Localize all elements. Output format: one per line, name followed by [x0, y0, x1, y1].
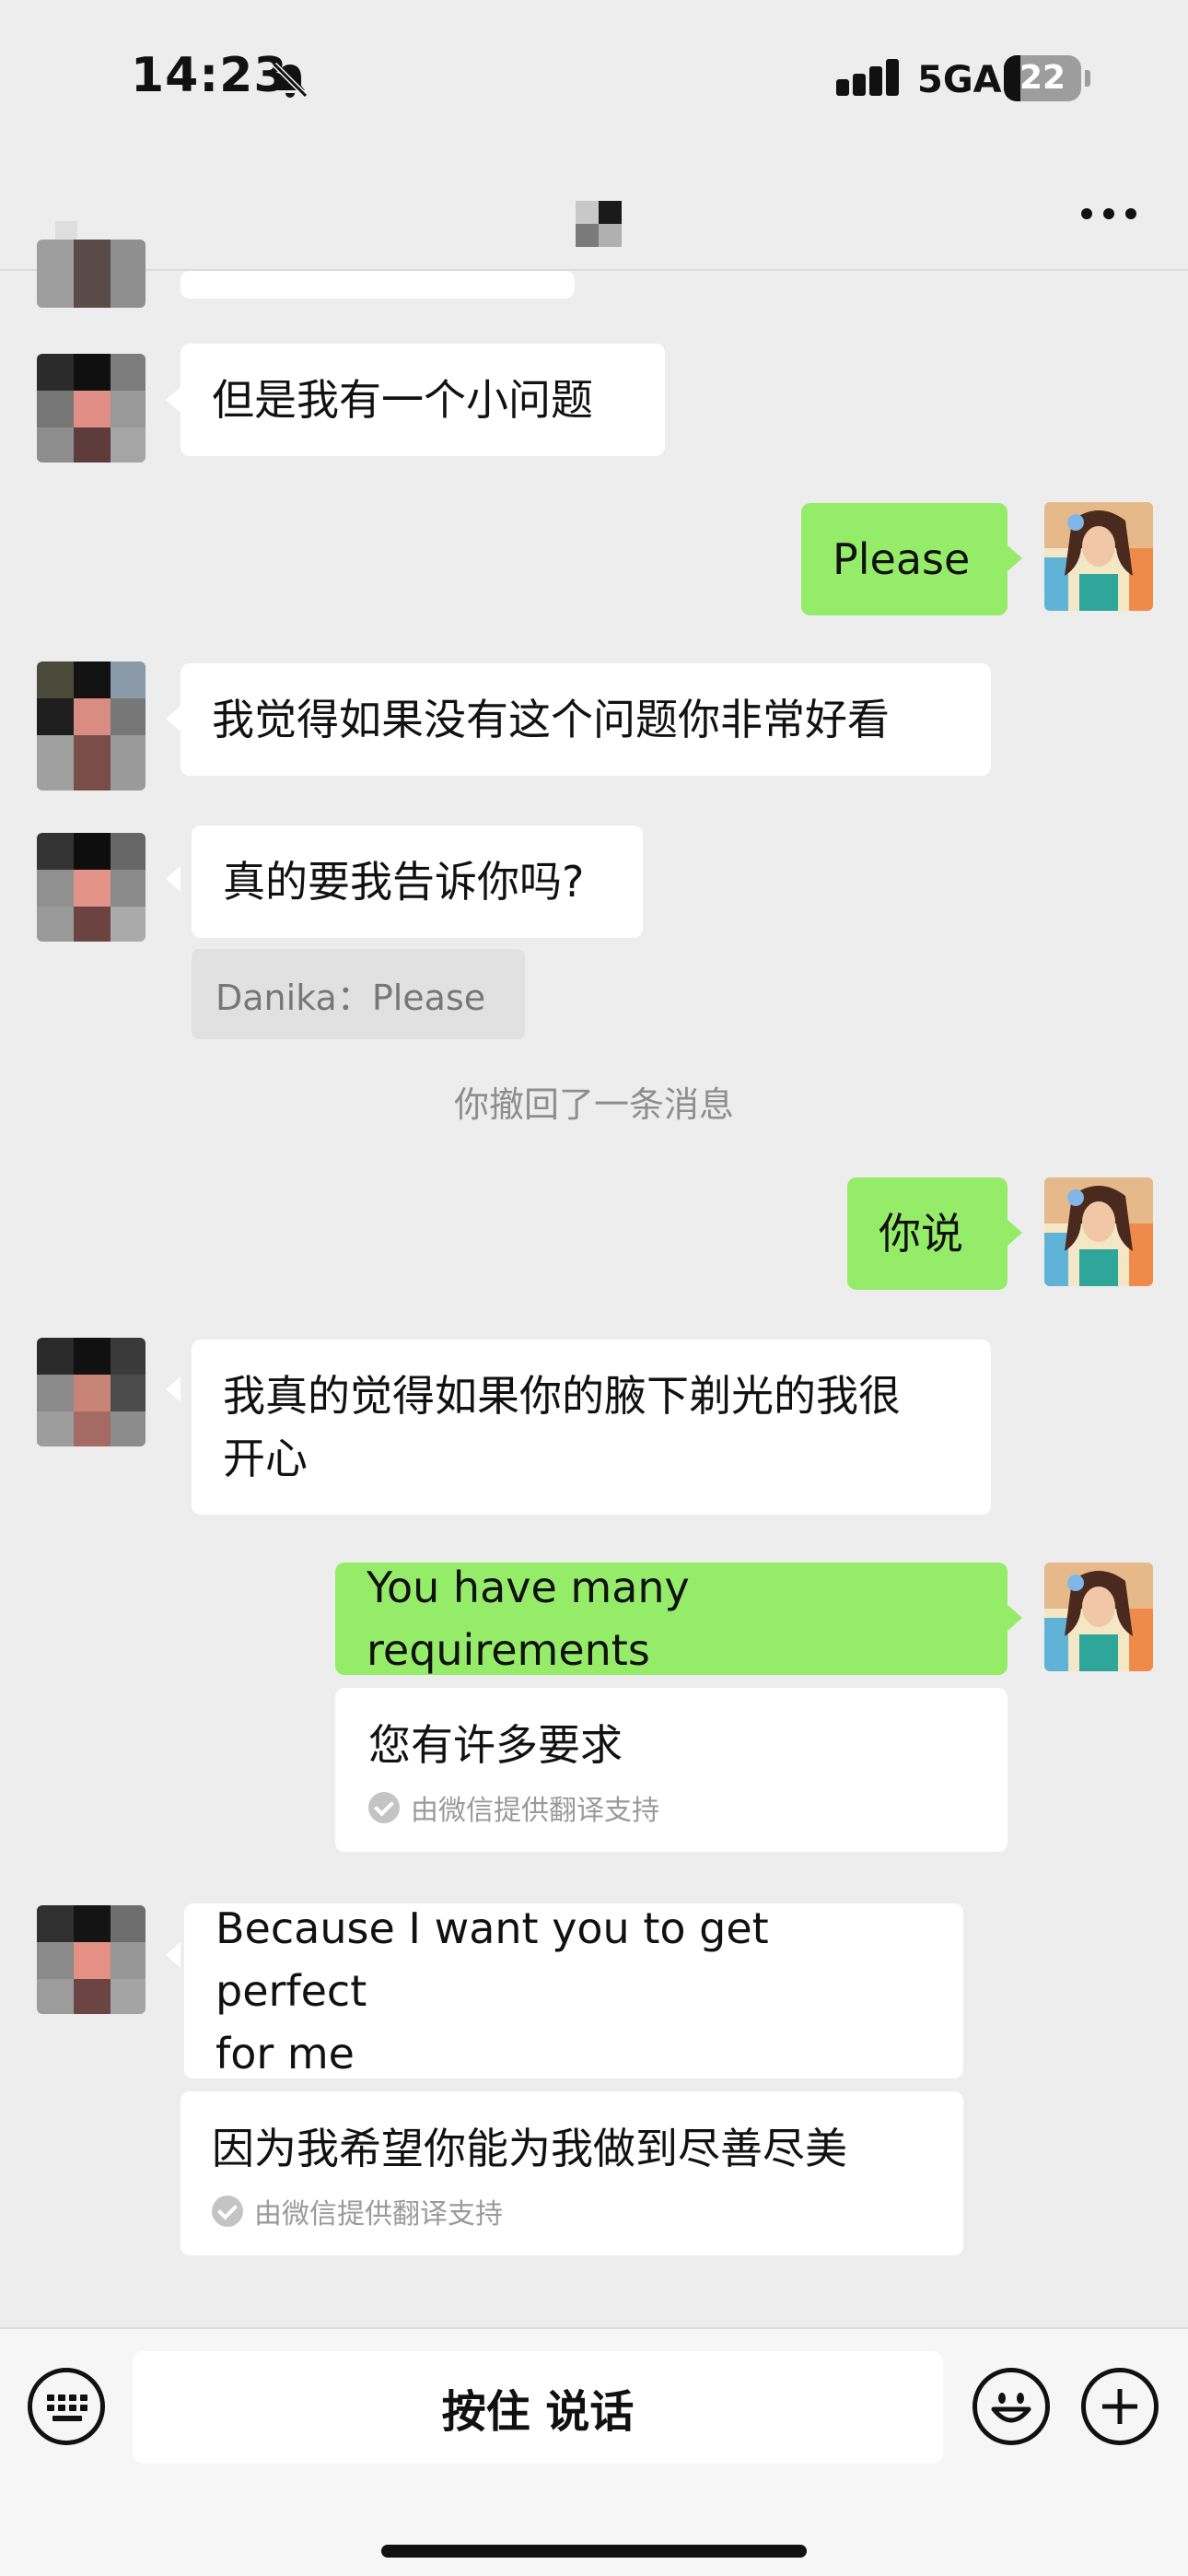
chat-title-mosaic — [576, 201, 622, 247]
message-bubble-mine[interactable]: Please — [801, 503, 1007, 615]
message-text-line: for me — [215, 2029, 355, 2078]
message-bubble-mine[interactable]: You have many requirements — [335, 1563, 1007, 1675]
battery-percent: 22 — [1019, 59, 1066, 97]
input-bar: 按住 说话 — [0, 2327, 1188, 2576]
message-text-line: 我真的觉得如果你的腋下剃光的我很 — [223, 1371, 901, 1421]
message-bubble-mine[interactable]: 你说 — [847, 1177, 1007, 1290]
message-text: 真的要我告诉你吗? — [223, 857, 585, 907]
translation-text: 因为我希望你能为我做到尽善尽美 — [212, 2124, 847, 2173]
message-bubble-partial[interactable] — [181, 271, 575, 299]
emoji-icon[interactable] — [973, 2368, 1050, 2445]
battery-icon: 22 — [1004, 55, 1081, 101]
status-time: 14:23 — [131, 48, 288, 103]
more-icon[interactable] — [1076, 195, 1142, 232]
bell-off-icon — [272, 62, 309, 99]
contact-avatar[interactable] — [37, 1905, 146, 2014]
contact-avatar[interactable] — [37, 662, 146, 790]
chat-header — [0, 157, 1188, 271]
translation-note: 由微信提供翻译支持 — [368, 1787, 974, 1828]
message-bubble[interactable]: 我真的觉得如果你的腋下剃光的我很 开心 — [192, 1340, 991, 1515]
message-text: You have many requirements — [367, 1563, 690, 1675]
contact-avatar[interactable] — [37, 833, 146, 942]
message-bubble[interactable]: 真的要我告诉你吗? — [192, 825, 643, 938]
system-message-recalled: 你撤回了一条消息 — [453, 1084, 734, 1125]
message-text-line: Because I want you to get perfect — [215, 1903, 769, 2016]
home-indicator — [381, 2545, 807, 2558]
message-bubble[interactable]: 但是我有一个小问题 — [181, 344, 665, 456]
message-text: Please — [833, 534, 971, 584]
message-bubble[interactable]: 我觉得如果没有这个问题你非常好看 — [181, 663, 991, 776]
message-text: 我觉得如果没有这个问题你非常好看 — [212, 695, 890, 744]
quoted-text: Danika：Please — [215, 977, 486, 1018]
quoted-reply[interactable]: Danika：Please — [192, 949, 525, 1039]
message-text: 但是我有一个小问题 — [212, 375, 593, 425]
message-text-line: 开心 — [223, 1434, 308, 1483]
translation-note: 由微信提供翻译支持 — [212, 2191, 930, 2231]
hold-to-talk-button[interactable]: 按住 说话 — [133, 2351, 943, 2464]
translation-text: 您有许多要求 — [368, 1720, 623, 1770]
my-avatar[interactable] — [1044, 502, 1153, 611]
translation-note-text: 由微信提供翻译支持 — [254, 2198, 503, 2231]
translation-note-text: 由微信提供翻译支持 — [411, 1795, 659, 1827]
check-icon — [212, 2195, 243, 2227]
check-icon — [368, 1792, 400, 1823]
status-bar: 14:23 5GA 22 — [0, 0, 1188, 157]
translation-card[interactable]: 您有许多要求 由微信提供翻译支持 — [335, 1688, 1007, 1852]
message-text: 你说 — [879, 1209, 963, 1259]
plus-icon[interactable] — [1081, 2368, 1159, 2445]
my-avatar[interactable] — [1044, 1563, 1153, 1671]
translation-card[interactable]: 因为我希望你能为我做到尽善尽美 由微信提供翻译支持 — [181, 2091, 963, 2255]
contact-avatar[interactable] — [37, 1338, 146, 1446]
keyboard-icon[interactable] — [28, 2368, 105, 2445]
my-avatar[interactable] — [1044, 1177, 1153, 1286]
network-label: 5GA — [917, 59, 1002, 101]
battery-tip — [1085, 70, 1090, 87]
signal-icon — [836, 59, 903, 101]
message-bubble[interactable]: Because I want you to get perfect for me — [184, 1903, 963, 2078]
contact-avatar[interactable] — [37, 240, 146, 308]
contact-avatar[interactable] — [37, 354, 146, 463]
